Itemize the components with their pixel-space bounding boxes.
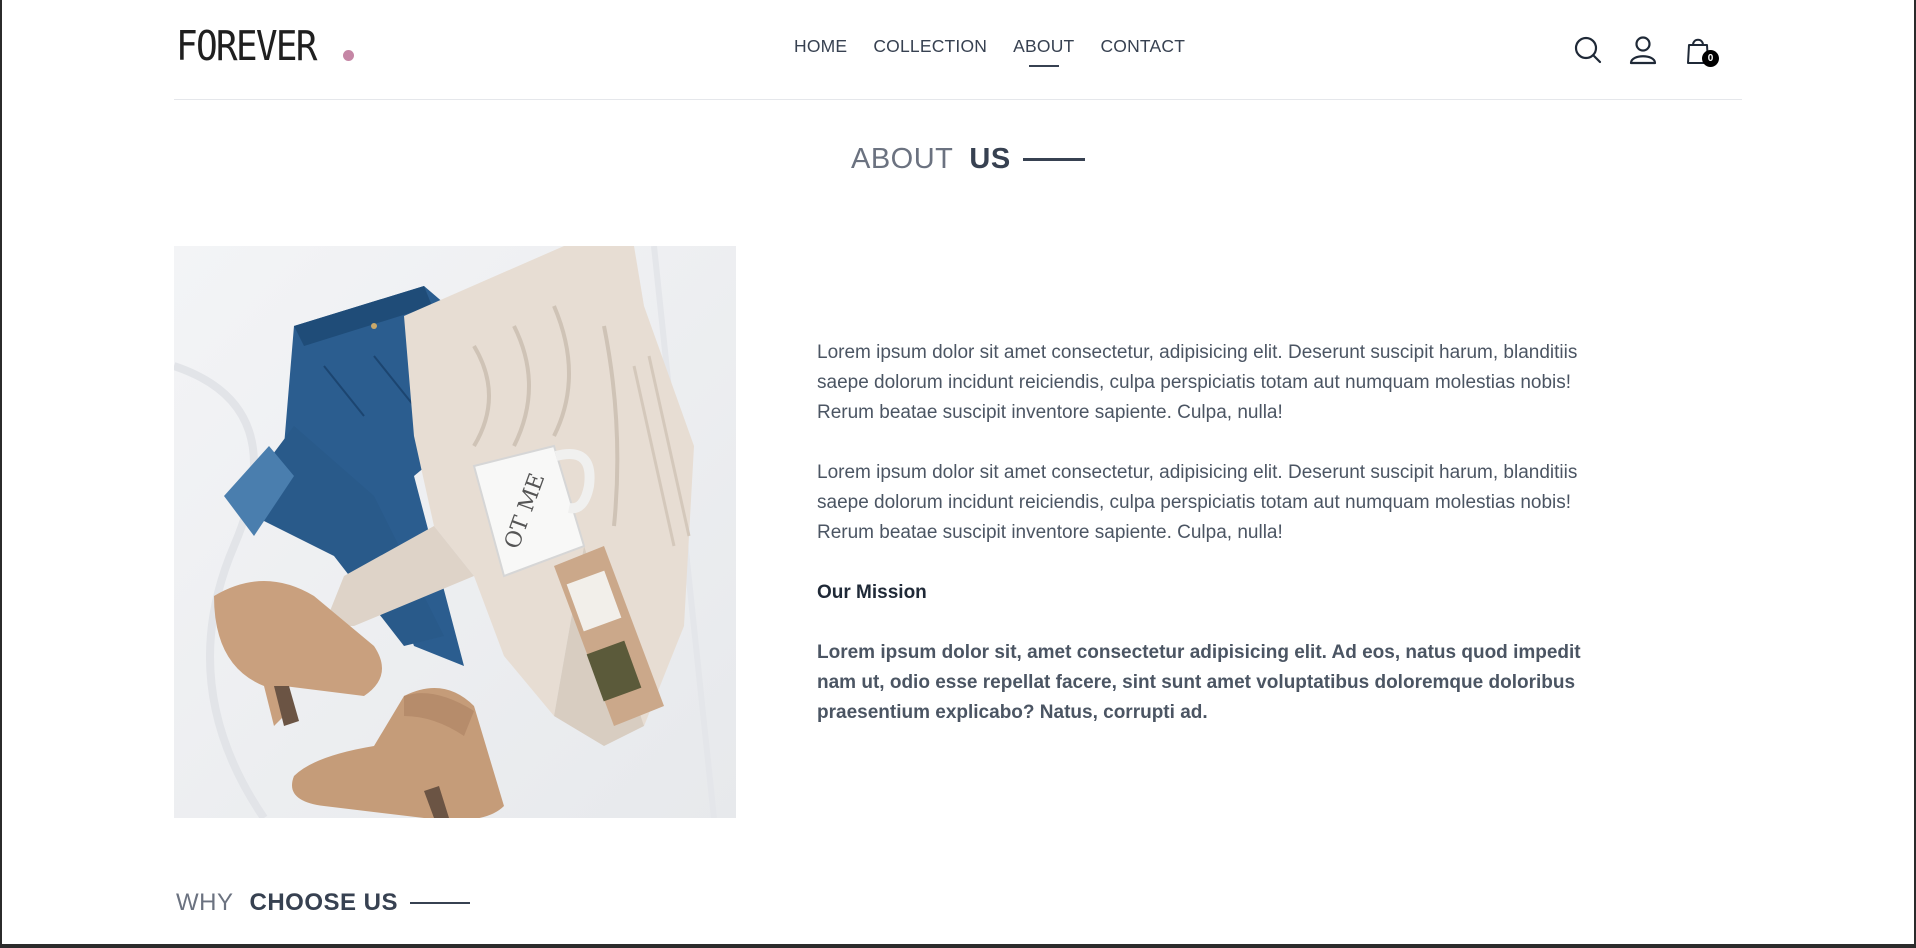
logo-accent-dot (343, 50, 354, 61)
why-title-light: WHY (176, 889, 234, 916)
about-title: ABOUT US (851, 143, 1085, 176)
nav-link-home[interactable]: HOME (794, 36, 847, 67)
navbar: FOREVER HOME COLLECTION ABOUT CONTACT 0 (174, 0, 1742, 100)
about-image: OT ME (174, 246, 736, 818)
about-title-light: ABOUT (851, 143, 954, 175)
title-divider-line (410, 901, 471, 905)
page-viewport: FOREVER HOME COLLECTION ABOUT CONTACT 0 … (2, 0, 1914, 944)
about-paragraph-2: Lorem ipsum dolor sit amet consectetur, … (817, 462, 1578, 543)
profile-icon[interactable] (1627, 34, 1659, 66)
cart-count-badge: 0 (1702, 50, 1719, 67)
cart-button[interactable]: 0 (1682, 34, 1719, 67)
nav-link-about[interactable]: ABOUT (1013, 36, 1074, 67)
nav-link-collection[interactable]: COLLECTION (873, 36, 987, 67)
search-icon[interactable] (1572, 34, 1604, 66)
why-choose-us-title: WHY CHOOSE US (176, 889, 471, 917)
about-paragraph-1: Lorem ipsum dolor sit amet consectetur, … (817, 342, 1578, 423)
mission-heading: Our Mission (817, 582, 927, 603)
why-title-dark: CHOOSE US (249, 889, 399, 916)
mission-text: Lorem ipsum dolor sit, amet consectetur … (817, 642, 1581, 723)
about-text: Lorem ipsum dolor sit amet consectetur, … (817, 338, 1597, 758)
nav-link-contact[interactable]: CONTACT (1100, 36, 1185, 67)
nav-icons: 0 (1572, 34, 1742, 67)
title-divider-line (1022, 158, 1085, 161)
about-title-dark: US (969, 143, 1011, 175)
about-image-illustration: OT ME (174, 246, 736, 818)
brand-logo[interactable]: FOREVER (176, 24, 317, 68)
main-nav: HOME COLLECTION ABOUT CONTACT (794, 36, 1185, 67)
